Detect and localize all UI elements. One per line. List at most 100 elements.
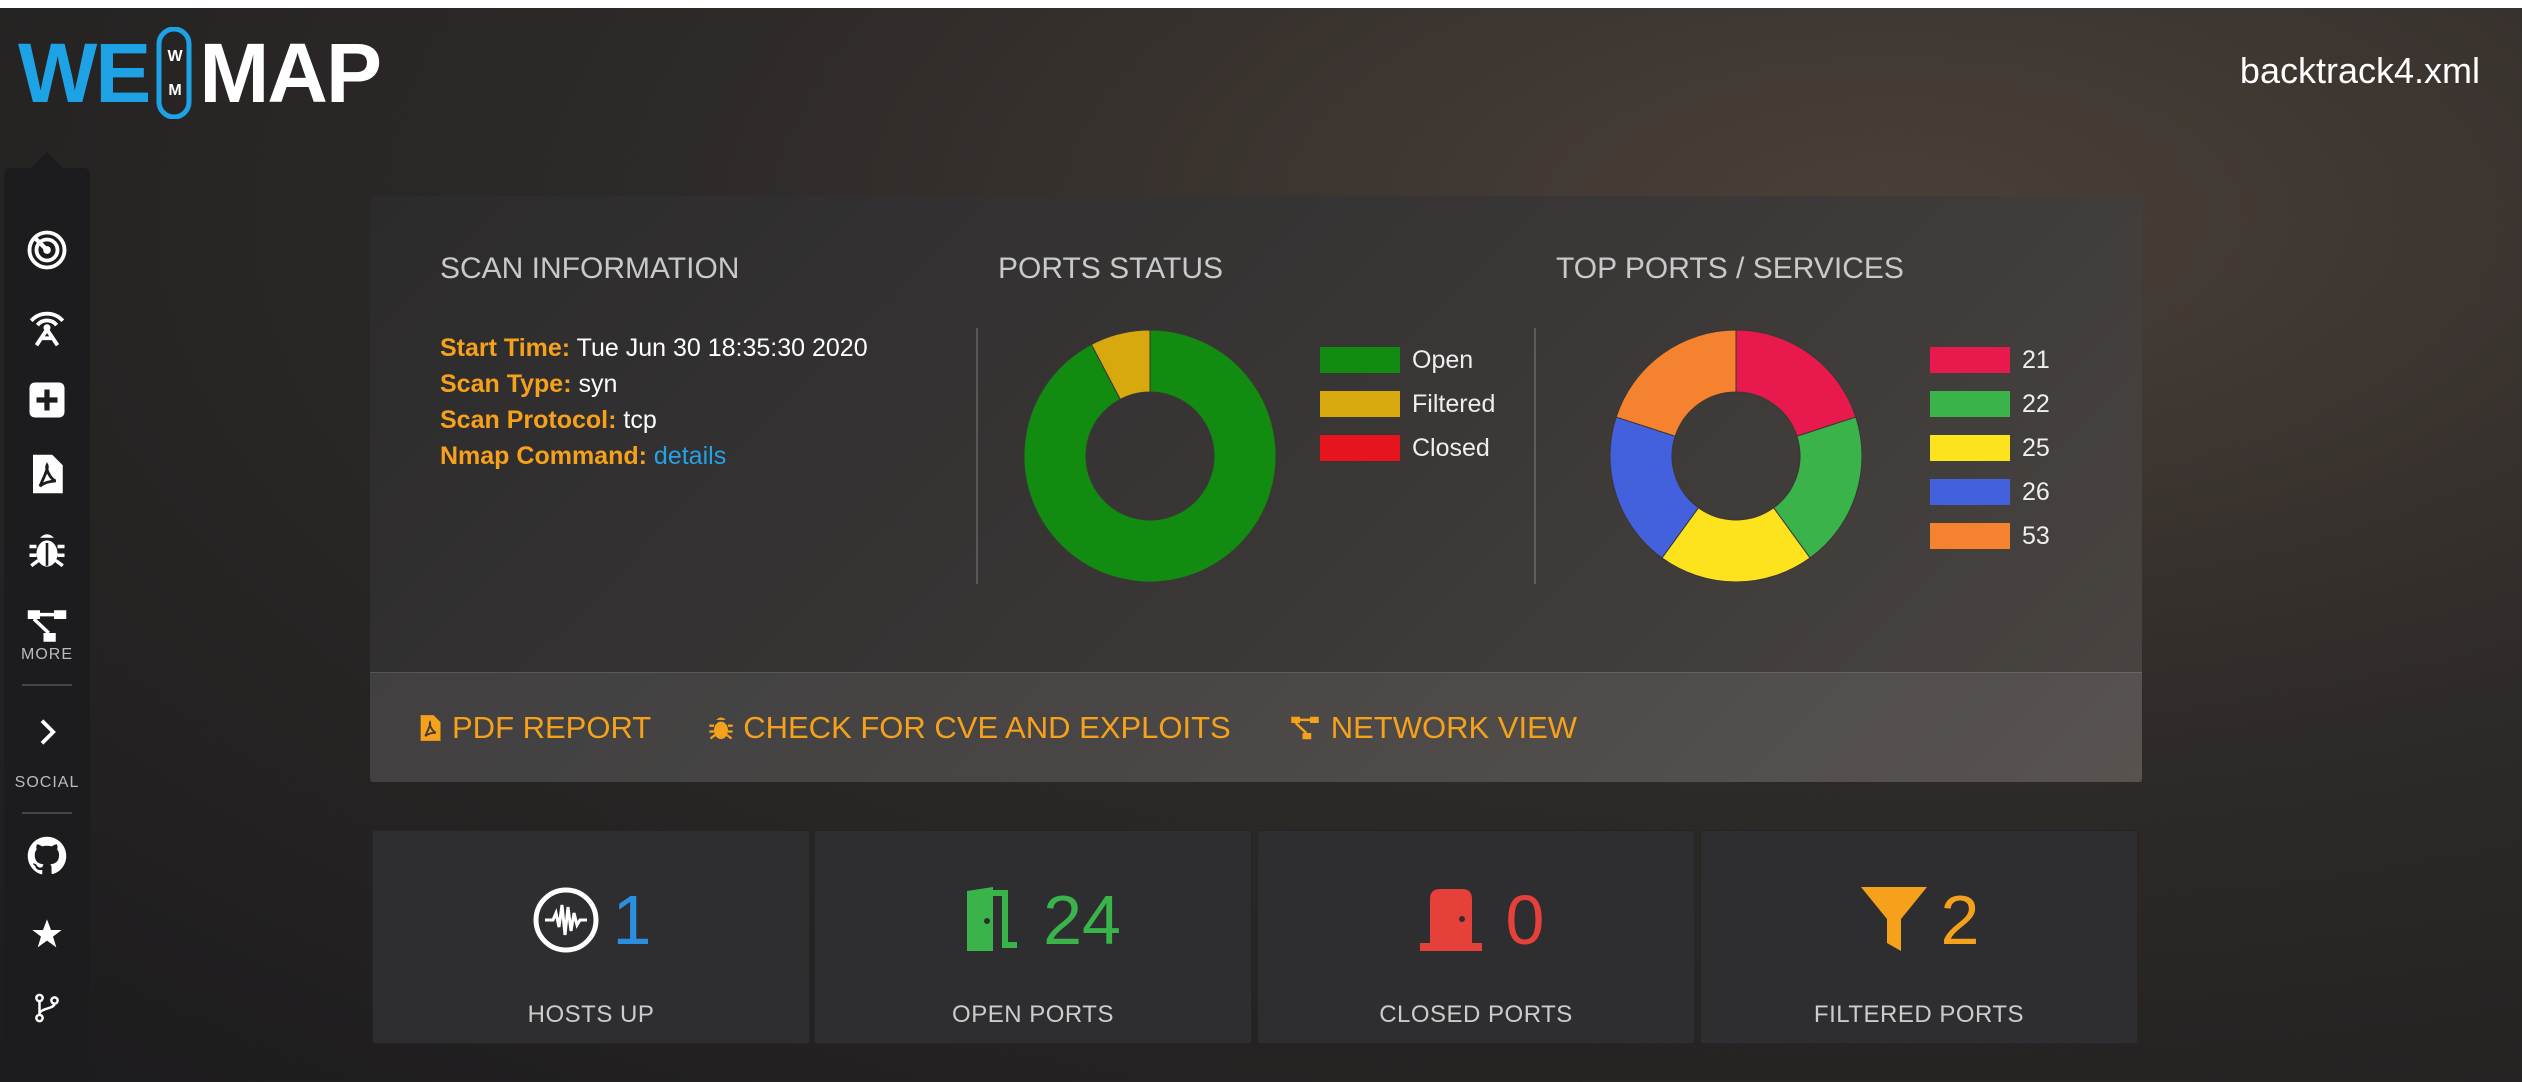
pdf-file-icon bbox=[420, 714, 441, 741]
top-ports-legend-swatch bbox=[1930, 347, 2010, 373]
plus-square-icon bbox=[29, 382, 65, 418]
network-icon bbox=[1290, 716, 1319, 739]
scan-type-row: Scan Type: syn bbox=[440, 366, 868, 402]
ports-status-legend: Open Filtered Closed bbox=[1320, 338, 1495, 470]
filter-funnel-icon bbox=[1860, 887, 1927, 951]
stat-open-ports[interactable]: 24 OPEN PORTS bbox=[814, 830, 1252, 1044]
hosts-up-label: HOSTS UP bbox=[527, 1001, 655, 1028]
check-cve-label: CHECK FOR CVE AND EXPLOITS bbox=[743, 709, 1231, 745]
app-logo[interactable]: WE W M MAP bbox=[18, 26, 382, 120]
broadcast-icon bbox=[29, 311, 65, 347]
check-cve-button[interactable]: CHECK FOR CVE AND EXPLOITS bbox=[707, 710, 1231, 746]
open-ports-value: 24 bbox=[1043, 881, 1121, 959]
top-border bbox=[0, 0, 2522, 8]
start-time-label: Start Time: bbox=[440, 334, 571, 362]
top-ports-legend-label: 21 bbox=[2022, 345, 2050, 374]
ports-status-legend-swatch bbox=[1320, 391, 1400, 417]
sidebar-item-bug[interactable] bbox=[4, 520, 90, 580]
sidebar-item-radar[interactable] bbox=[4, 220, 90, 280]
top-ports-legend: 21 22 25 26 53 bbox=[1930, 338, 2050, 558]
scan-protocol-value: tcp bbox=[623, 406, 657, 434]
hosts-up-value: 1 bbox=[612, 881, 652, 959]
sidebar-item-pdf[interactable] bbox=[4, 444, 90, 504]
network-icon bbox=[27, 610, 67, 642]
top-ports-title: TOP PORTS / SERVICES bbox=[1556, 252, 1904, 285]
ports-status-legend-item[interactable]: Filtered bbox=[1320, 382, 1495, 426]
top-ports-slice-21[interactable] bbox=[1735, 329, 1857, 437]
radar-icon bbox=[27, 230, 67, 270]
sidebar-item-add[interactable] bbox=[4, 370, 90, 430]
top-ports-donut-chart[interactable] bbox=[1606, 326, 1866, 586]
top-ports-legend-swatch bbox=[1930, 435, 2010, 461]
chevron-right-icon bbox=[40, 719, 56, 745]
logo-badge-bottom: M bbox=[169, 82, 182, 99]
top-ports-legend-label: 26 bbox=[2022, 477, 2050, 506]
scan-summary-top: SCAN INFORMATION Start Time: Tue Jun 30 … bbox=[370, 196, 2142, 672]
pdf-file-icon bbox=[33, 454, 63, 494]
github-icon bbox=[27, 836, 67, 875]
filtered-ports-label: FILTERED PORTS bbox=[1813, 1001, 2025, 1028]
nmap-command-row: Nmap Command: details bbox=[440, 438, 868, 474]
actions-bar: PDF REPORT CHECK FOR CVE AND EXPLOITS NE… bbox=[370, 672, 2142, 782]
logo-badge-icon: W M bbox=[156, 27, 192, 119]
section-divider bbox=[1534, 328, 1536, 584]
stat-filtered-ports[interactable]: 2 FILTERED PORTS bbox=[1700, 830, 2138, 1044]
nmap-command-label: Nmap Command: bbox=[440, 442, 647, 470]
ports-status-legend-label: Open bbox=[1412, 345, 1474, 374]
top-ports-legend-label: 22 bbox=[2022, 389, 2050, 418]
bug-icon bbox=[709, 717, 733, 739]
scan-protocol-row: Scan Protocol: tcp bbox=[440, 402, 868, 438]
ports-status-legend-swatch bbox=[1320, 435, 1400, 461]
closed-ports-value: 0 bbox=[1505, 881, 1545, 959]
pdf-report-button[interactable]: PDF REPORT bbox=[416, 710, 651, 746]
sidebar-social-label: SOCIAL bbox=[14, 774, 80, 791]
ports-status-legend-item[interactable]: Open bbox=[1320, 338, 1495, 382]
stat-hosts-up[interactable]: 1 HOSTS UP bbox=[372, 830, 810, 1044]
sidebar-item-broadcast[interactable] bbox=[4, 296, 90, 356]
top-ports-legend-item[interactable]: 26 bbox=[1930, 470, 2050, 514]
start-time-value: Tue Jun 30 18:35:30 2020 bbox=[576, 334, 868, 362]
scan-info-details: Start Time: Tue Jun 30 18:35:30 2020 Sca… bbox=[440, 330, 868, 474]
network-view-label: NETWORK VIEW bbox=[1330, 709, 1578, 745]
ports-status-legend-swatch bbox=[1320, 347, 1400, 373]
top-ports-legend-item[interactable]: 53 bbox=[1930, 514, 2050, 558]
sidebar-item-fork[interactable] bbox=[4, 978, 90, 1038]
top-ports-legend-item[interactable]: 21 bbox=[1930, 338, 2050, 382]
file-name: backtrack4.xml bbox=[2239, 50, 2480, 91]
top-ports-legend-item[interactable]: 25 bbox=[1930, 426, 2050, 470]
sidebar-divider bbox=[22, 812, 72, 814]
top-ports-legend-item[interactable]: 22 bbox=[1930, 382, 2050, 426]
sidebar-item-github[interactable] bbox=[4, 826, 90, 886]
bug-icon bbox=[29, 534, 65, 568]
host-pulse-icon bbox=[533, 887, 599, 953]
top-ports-legend-label: 53 bbox=[2022, 521, 2050, 550]
scan-info-title: SCAN INFORMATION bbox=[440, 252, 740, 285]
stat-closed-ports[interactable]: 0 CLOSED PORTS bbox=[1257, 830, 1695, 1044]
top-ports-legend-swatch bbox=[1930, 523, 2010, 549]
closed-ports-label: CLOSED PORTS bbox=[1379, 1001, 1573, 1028]
filtered-ports-value: 2 bbox=[1940, 881, 1980, 959]
start-time-row: Start Time: Tue Jun 30 18:35:30 2020 bbox=[440, 330, 868, 366]
pdf-report-label: PDF REPORT bbox=[452, 709, 652, 745]
git-branch-icon bbox=[35, 993, 59, 1023]
sidebar-expand-button[interactable] bbox=[4, 702, 90, 762]
open-ports-label: OPEN PORTS bbox=[952, 1001, 1114, 1028]
open-door-icon bbox=[959, 887, 1018, 951]
network-view-button[interactable]: NETWORK VIEW bbox=[1287, 710, 1577, 746]
ports-status-legend-label: Filtered bbox=[1412, 389, 1496, 418]
logo-text-right: MAP bbox=[199, 26, 382, 120]
sidebar-divider bbox=[22, 684, 72, 686]
top-ports-slice-53[interactable] bbox=[1615, 329, 1737, 437]
sidebar-item-star[interactable] bbox=[4, 904, 90, 964]
logo-badge-top: W bbox=[168, 48, 184, 65]
sidebar-caret bbox=[31, 152, 63, 168]
ports-status-legend-label: Closed bbox=[1412, 433, 1490, 462]
ports-status-donut-chart[interactable] bbox=[1020, 326, 1280, 586]
scan-protocol-label: Scan Protocol: bbox=[440, 406, 617, 434]
nmap-command-details-link[interactable]: details bbox=[654, 442, 726, 470]
star-icon bbox=[32, 919, 62, 948]
top-ports-legend-label: 25 bbox=[2022, 433, 2050, 462]
top-ports-legend-swatch bbox=[1930, 391, 2010, 417]
ports-status-legend-item[interactable]: Closed bbox=[1320, 426, 1495, 470]
closed-door-icon bbox=[1419, 889, 1482, 951]
